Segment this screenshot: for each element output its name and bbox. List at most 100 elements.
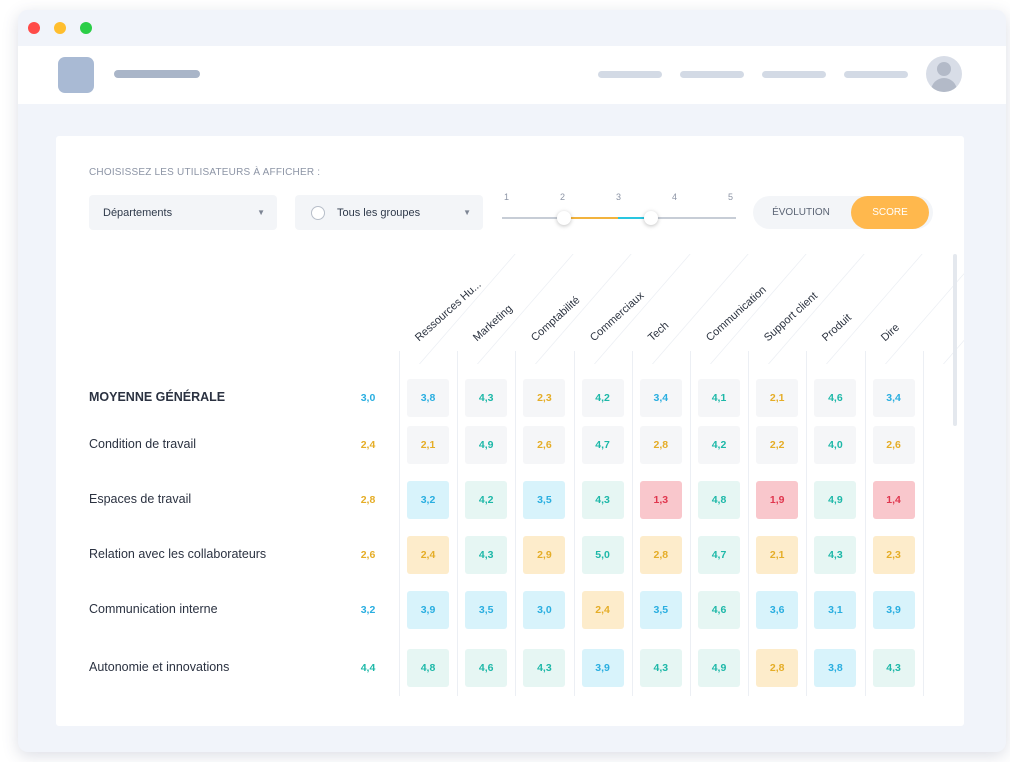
score-cell[interactable]: 4,9: [698, 649, 740, 687]
score-cell[interactable]: 4,3: [639, 649, 682, 687]
score-cell[interactable]: 2,1: [407, 426, 449, 464]
score-cell[interactable]: 4,3: [465, 536, 508, 574]
score-cell[interactable]: 2,1: [756, 379, 799, 417]
score-cell[interactable]: 3,8: [407, 379, 449, 417]
title-bar: [18, 10, 1006, 46]
score-cell[interactable]: 4,3: [581, 481, 624, 519]
score-cell[interactable]: 3,4: [872, 379, 915, 417]
column-divider: [748, 351, 750, 696]
row-label: MOYENNE GÉNÉRALE: [89, 390, 226, 404]
score-cell[interactable]: 3,6: [756, 591, 799, 629]
score-cell[interactable]: 3,9: [581, 649, 624, 687]
score-cell[interactable]: 3,2: [407, 481, 449, 519]
score-cell[interactable]: 2,2: [756, 426, 799, 464]
score-heatmap-table: Ressources Hu... Marketing Comptabilité Com…: [56, 136, 964, 726]
row-label: Espaces de travail: [89, 492, 192, 506]
user-icon: [937, 62, 951, 76]
score-cell[interactable]: 1,4: [872, 481, 915, 519]
column-divider: [922, 351, 924, 696]
score-cell[interactable]: 4,2: [698, 426, 740, 464]
score-cell[interactable]: 3,1: [814, 591, 857, 629]
score-cell[interactable]: 1,3: [639, 481, 682, 519]
nav-link-4[interactable]: [844, 71, 908, 78]
score-cell[interactable]: 2,1: [756, 536, 799, 574]
row-average: 3,0: [360, 392, 376, 404]
column-divider: [399, 351, 400, 696]
column-divider: [826, 254, 924, 364]
score-cell[interactable]: 5,0: [581, 536, 624, 574]
column-divider: [515, 351, 517, 696]
score-cell[interactable]: 3,9: [407, 591, 449, 629]
row-label: Relation avec les collaborateurs: [89, 547, 267, 561]
score-cell[interactable]: 4,2: [465, 481, 508, 519]
column-divider: [864, 351, 866, 696]
score-cell[interactable]: 2,3: [523, 379, 566, 417]
score-cell[interactable]: 2,3: [872, 536, 915, 574]
score-cell[interactable]: 3,5: [465, 591, 508, 629]
nav-link-2[interactable]: [680, 71, 744, 78]
score-cell[interactable]: 2,8: [756, 649, 799, 687]
score-cell[interactable]: 2,8: [639, 536, 682, 574]
score-cell[interactable]: 4,9: [814, 481, 857, 519]
avatar[interactable]: [926, 56, 962, 92]
column-header[interactable]: Dire: [879, 322, 902, 344]
score-cell[interactable]: 2,6: [872, 426, 915, 464]
app-window: CHOISISSEZ LES UTILISATEURS À AFFICHER :…: [18, 10, 1006, 752]
score-cell[interactable]: 3,4: [639, 379, 682, 417]
score-cell[interactable]: 4,7: [698, 536, 740, 574]
row-average: 3,2: [360, 604, 376, 616]
vertical-scrollbar[interactable]: [953, 254, 957, 426]
results-card: CHOISISSEZ LES UTILISATEURS À AFFICHER :…: [56, 136, 964, 726]
score-cell[interactable]: 2,6: [523, 426, 566, 464]
score-cell[interactable]: 2,4: [407, 536, 449, 574]
close-window-button[interactable]: [28, 22, 40, 34]
row-average: 2,6: [360, 549, 376, 561]
maximize-window-button[interactable]: [80, 22, 92, 34]
score-cell[interactable]: 4,3: [872, 649, 915, 687]
score-cell[interactable]: 4,7: [581, 426, 624, 464]
score-cell[interactable]: 4,3: [814, 536, 857, 574]
score-cell[interactable]: 4,8: [407, 649, 449, 687]
app-header: [18, 46, 1006, 104]
row-label: Autonomie et innovations: [89, 660, 230, 674]
app-logo[interactable]: [58, 57, 94, 93]
brand-placeholder: [114, 70, 200, 78]
row-average: 2,8: [360, 494, 376, 506]
score-cell[interactable]: 1,9: [756, 481, 799, 519]
row-label: Communication interne: [89, 602, 218, 616]
score-cell[interactable]: 3,5: [639, 591, 682, 629]
score-cell[interactable]: 4,3: [465, 379, 508, 417]
score-cell[interactable]: 3,5: [523, 481, 566, 519]
score-cell[interactable]: 2,8: [639, 426, 682, 464]
column-header[interactable]: Marketing: [471, 303, 515, 344]
column-divider: [593, 254, 691, 364]
score-cell[interactable]: 4,2: [581, 379, 624, 417]
score-cell[interactable]: 3,0: [523, 591, 566, 629]
column-header[interactable]: Produit: [820, 312, 854, 344]
column-divider: [806, 351, 808, 696]
score-cell[interactable]: 2,4: [581, 591, 624, 629]
column-divider: [768, 254, 865, 364]
score-cell[interactable]: 4,8: [698, 481, 740, 519]
score-cell[interactable]: 4,9: [465, 426, 508, 464]
score-cell[interactable]: 4,0: [814, 426, 857, 464]
score-cell[interactable]: 3,9: [872, 591, 915, 629]
score-cell[interactable]: 4,6: [814, 379, 857, 417]
score-cell[interactable]: 4,6: [698, 591, 740, 629]
score-cell[interactable]: 3,8: [814, 649, 857, 687]
score-cell[interactable]: 4,3: [523, 649, 566, 687]
column-divider: [631, 351, 633, 696]
score-cell[interactable]: 2,9: [523, 536, 566, 574]
column-divider: [690, 351, 691, 696]
minimize-window-button[interactable]: [54, 22, 66, 34]
column-header[interactable]: Tech: [646, 320, 671, 344]
row-average: 4,4: [360, 662, 376, 674]
column-divider: [573, 351, 575, 696]
nav-link-3[interactable]: [762, 71, 826, 78]
score-cell[interactable]: 4,6: [465, 649, 508, 687]
column-divider: [457, 351, 459, 696]
row-label: Condition de travail: [89, 437, 197, 451]
row-average: 2,4: [360, 439, 376, 451]
nav-link-1[interactable]: [598, 71, 662, 78]
score-cell[interactable]: 4,1: [698, 379, 740, 417]
